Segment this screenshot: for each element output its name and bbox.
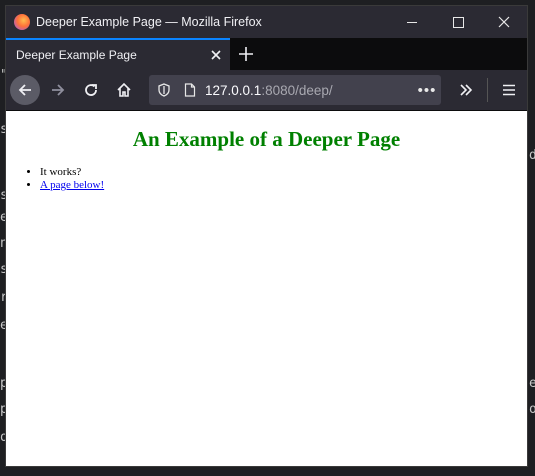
url-host: 127.0.0.1	[205, 82, 262, 98]
tab-label: Deeper Example Page	[16, 48, 137, 62]
new-tab-button[interactable]	[230, 38, 262, 70]
window-title: Deeper Example Page — Mozilla Firefox	[36, 15, 262, 29]
chevron-double-right-icon	[460, 84, 473, 96]
url-text[interactable]: 127.0.0.1:8080/deep/	[205, 83, 413, 98]
bg-fragment: e	[529, 376, 535, 391]
home-button[interactable]	[109, 75, 139, 105]
page-below-link[interactable]: A page below!	[40, 179, 104, 191]
close-icon	[498, 16, 510, 28]
page-content: An Example of a Deeper Page It works? A …	[6, 111, 527, 466]
tab-strip: Deeper Example Page	[6, 38, 527, 70]
reload-icon	[85, 84, 97, 96]
hamburger-menu-icon	[503, 84, 515, 96]
toolbar-separator	[487, 78, 488, 102]
tab-close-button[interactable]	[202, 47, 230, 64]
bg-fragment: d	[529, 148, 535, 163]
forward-button[interactable]	[43, 75, 73, 105]
url-path: :8080/deep/	[261, 82, 333, 98]
url-bar[interactable]: 127.0.0.1:8080/deep/ •••	[149, 75, 441, 105]
maximize-button[interactable]	[435, 6, 481, 38]
plus-icon	[239, 47, 253, 61]
bg-fragment: o	[529, 402, 535, 417]
page-heading: An Example of a Deeper Page	[132, 127, 401, 151]
item-list: It works? A page below!	[6, 166, 527, 192]
app-menu-button[interactable]	[494, 75, 524, 105]
title-bar[interactable]: Deeper Example Page — Mozilla Firefox	[6, 6, 527, 38]
reload-button[interactable]	[76, 75, 106, 105]
list-item-text: It works?	[40, 166, 82, 178]
forward-arrow-icon	[52, 84, 65, 96]
tab-deeper-example-page[interactable]: Deeper Example Page	[6, 38, 230, 70]
toolbar-overflow-button[interactable]	[451, 75, 481, 105]
minimize-icon	[407, 21, 417, 23]
ellipsis-icon: •••	[417, 81, 437, 99]
close-window-button[interactable]	[481, 6, 527, 38]
shield-icon[interactable]	[153, 83, 175, 97]
browser-window: Deeper Example Page — Mozilla Firefox De…	[5, 5, 528, 467]
list-item: A page below!	[40, 179, 527, 192]
firefox-icon	[14, 14, 30, 30]
home-icon	[117, 82, 131, 97]
back-arrow-icon	[18, 84, 31, 96]
page-icon[interactable]	[179, 83, 201, 97]
list-item: It works?	[40, 166, 527, 179]
maximize-icon	[452, 16, 464, 28]
back-button[interactable]	[10, 75, 40, 105]
minimize-button[interactable]	[389, 6, 435, 38]
close-icon	[211, 49, 221, 60]
navigation-toolbar: 127.0.0.1:8080/deep/ •••	[6, 70, 527, 111]
page-actions-button[interactable]: •••	[413, 82, 441, 99]
